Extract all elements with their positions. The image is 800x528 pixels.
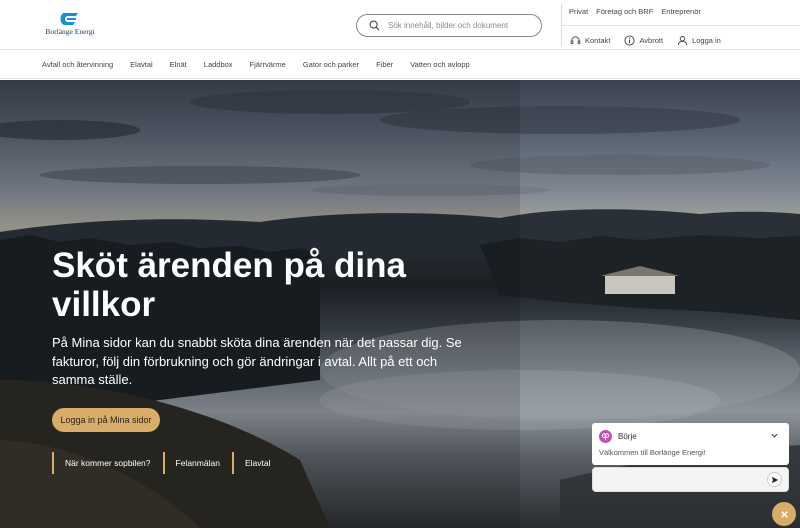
nav-item-elavtal[interactable]: Elavtal [130,60,153,69]
close-icon [780,510,788,518]
hero-title: Sköt ärenden på dina villkor [52,246,406,324]
nav-item-fjarrvarme[interactable]: Fjärrvärme [250,60,286,69]
send-icon [771,476,778,483]
nav-item-vatten[interactable]: Vatten och avlopp [410,60,470,69]
login-label: Logga in [692,36,721,45]
contact-label: Kontakt [585,36,611,45]
outage-link[interactable]: Avbrott [624,35,663,46]
nav-item-gator[interactable]: Gator och parker [303,60,359,69]
chat-close-button[interactable] [772,502,796,526]
quick-links: När kommer sopbilen? Felanmälan Elavtal [52,452,282,474]
quick-link-elavtal[interactable]: Elavtal [231,452,270,474]
chevron-down-icon[interactable] [770,431,779,440]
quick-link-sopbilen[interactable]: När kommer sopbilen? [52,452,151,474]
login-link[interactable]: Logga in [677,35,721,46]
login-mina-sidor-button[interactable]: Logga in på Mina sidor [52,408,160,432]
quick-link-felanmalan[interactable]: Felanmälan [162,452,220,474]
info-icon [624,35,635,46]
nav-item-fiber[interactable]: Fiber [376,60,393,69]
segment-switcher: Privat Företag och BRF Entreprenör [569,7,701,16]
chat-bot-name: Börje [618,432,637,441]
chat-bot-avatar [599,430,612,443]
search-box[interactable] [356,14,542,37]
logo[interactable]: Borlänge Energi [44,12,96,40]
chat-input-box [592,467,789,492]
outage-label: Avbrott [639,36,664,45]
nav-item-elnat[interactable]: Elnät [170,60,187,69]
headset-icon [570,36,581,45]
search-input[interactable] [388,21,528,30]
user-icon [677,35,688,46]
segment-foretag[interactable]: Företag och BRF [596,7,653,16]
segment-divider [562,25,800,26]
nav-item-avfall[interactable]: Avfall och återvinning [42,60,113,69]
contact-link[interactable]: Kontakt [570,35,610,46]
utility-links: Kontakt Avbrott Logga in [570,35,721,46]
hero-description: På Mina sidor kan du snabbt sköta dina ä… [52,335,462,387]
segment-entreprenor[interactable]: Entreprenör [661,7,701,16]
logo-text: Borlänge Energi [45,27,95,36]
main-nav: Avfall och återvinning Elavtal Elnät Lad… [0,51,800,79]
chat-header: Börje [599,430,637,443]
nav-item-laddbox[interactable]: Laddbox [204,60,233,69]
site-header: Borlänge Energi Privat Företag och BRF E… [0,0,800,50]
search-icon [369,20,380,31]
segment-privat[interactable]: Privat [569,7,588,16]
send-button[interactable] [767,472,782,487]
chat-widget: Börje Välkommen till Borlänge Energi! [592,423,789,465]
logo-mark-icon [60,13,78,25]
chat-input[interactable] [599,473,759,487]
bot-logo-icon [601,433,610,441]
chat-welcome-message: Välkommen till Borlänge Energi! [599,448,706,457]
